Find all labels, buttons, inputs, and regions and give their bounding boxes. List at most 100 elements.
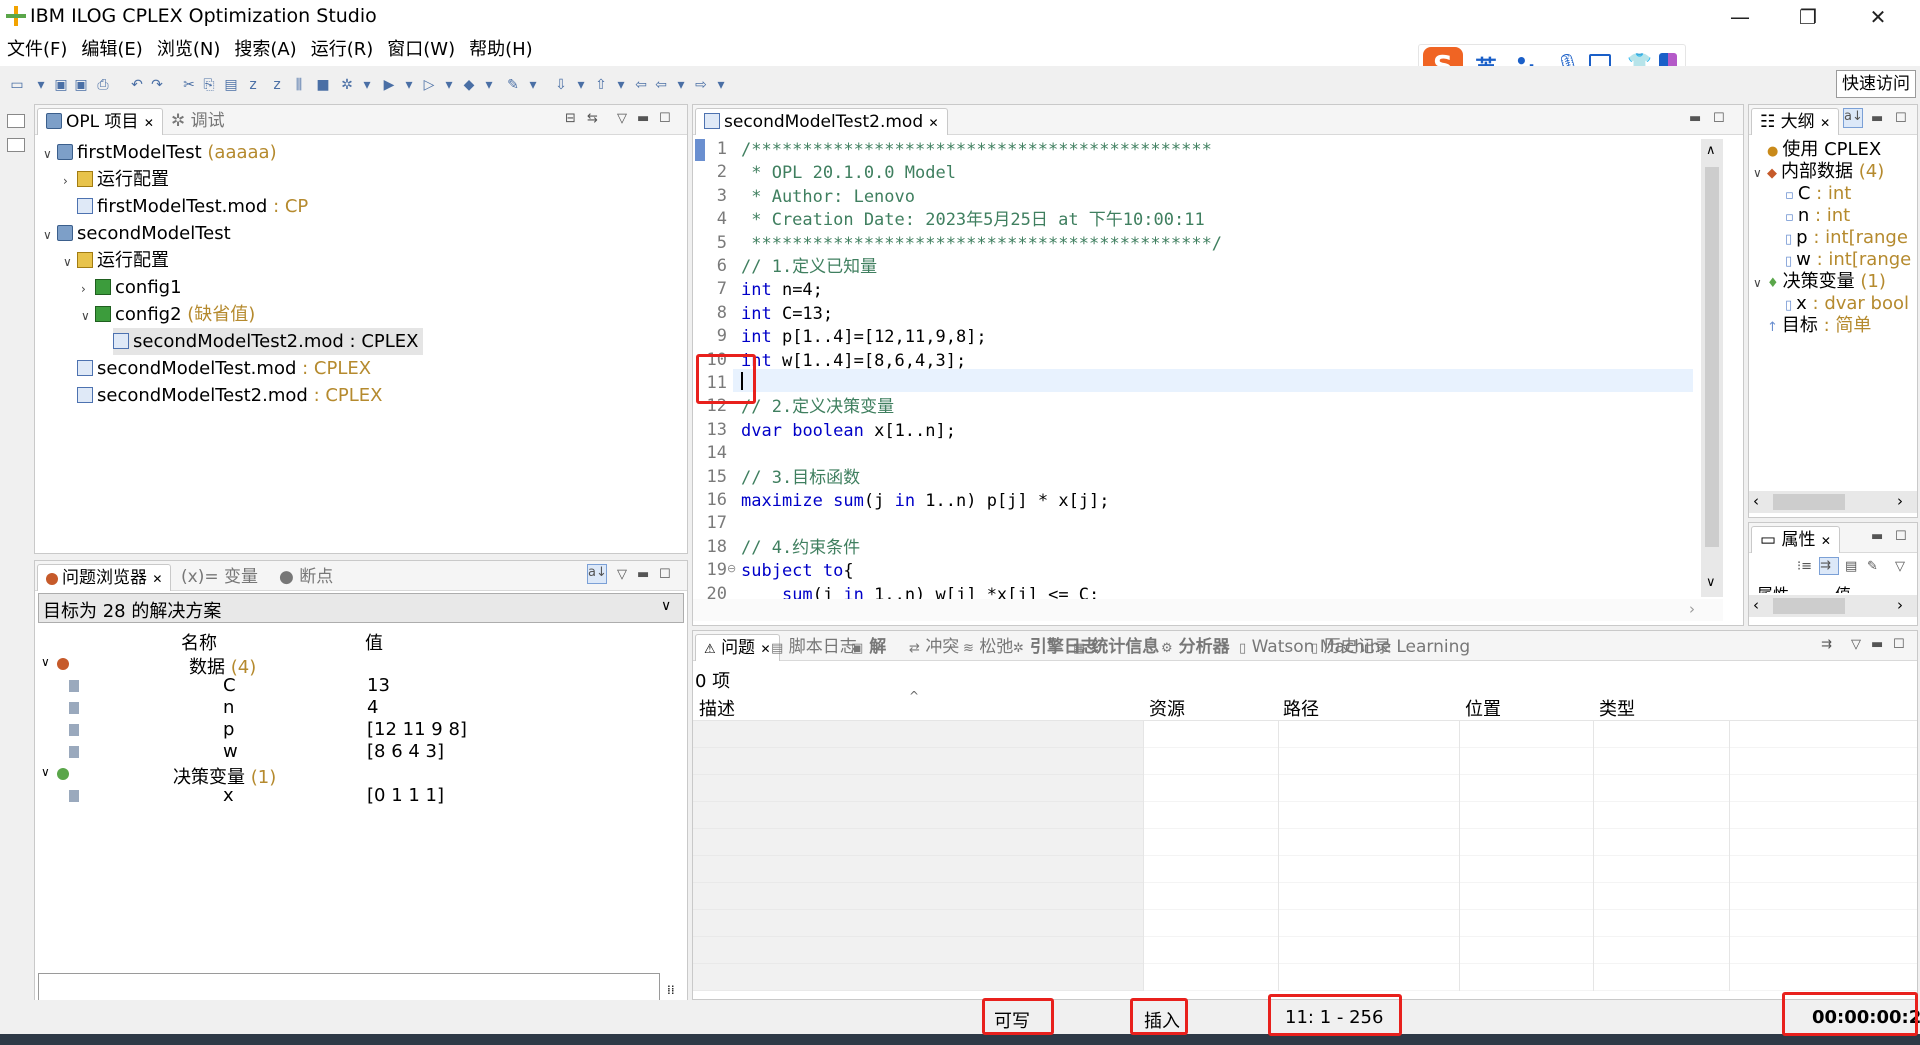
- problems-column-header[interactable]: 类型: [1599, 695, 1635, 721]
- tree-item-config1[interactable]: › config1: [81, 274, 182, 301]
- code-line[interactable]: maximize sum(j in 1..n) p[j] * x[j];: [741, 490, 1110, 513]
- problem-browser-row[interactable]: x [0 1 1 1]: [37, 785, 677, 807]
- print-icon[interactable]: ⎙: [94, 76, 112, 94]
- advanced-icon[interactable]: ⇉: [1819, 557, 1839, 575]
- editor-horizontal-scrollbar[interactable]: ›: [693, 599, 1723, 621]
- tab-output-2[interactable]: ▣ 解: [843, 634, 894, 661]
- focus-icon[interactable]: ⇉: [1821, 637, 1832, 652]
- close-tab-icon[interactable]: ✕: [1820, 116, 1830, 130]
- maximize-view-icon[interactable]: ☐: [1893, 637, 1905, 652]
- scroll-right-icon[interactable]: ›: [1897, 492, 1903, 510]
- dropdown-icon[interactable]: ▾: [32, 76, 50, 94]
- resize-grip-icon[interactable]: ⁞⁞: [667, 983, 675, 997]
- minimize-view-icon[interactable]: ▬: [1871, 637, 1883, 652]
- close-tab-icon[interactable]: ✕: [929, 116, 939, 130]
- back-icon[interactable]: ⇦: [632, 76, 650, 94]
- code-line[interactable]: * Author: Lenovo: [741, 186, 915, 209]
- menu-item[interactable]: 窗口(W): [380, 34, 462, 64]
- dropdown-icon[interactable]: ▾: [400, 76, 418, 94]
- chevron-down-icon[interactable]: ∨: [661, 598, 671, 614]
- code-line[interactable]: * OPL 20.1.0.0 Model: [741, 162, 956, 185]
- undo-icon[interactable]: ↶: [128, 76, 146, 94]
- code-editor[interactable]: 1 /**************************************…: [693, 139, 1693, 605]
- tab-output-9[interactable]: ▯ 历史记录: [1303, 634, 1400, 661]
- code-line[interactable]: /***************************************…: [741, 139, 1212, 162]
- prev-annotation-icon[interactable]: ⇧: [592, 76, 610, 94]
- dropdown-icon[interactable]: ▾: [612, 76, 630, 94]
- minimize-view-icon[interactable]: ▬: [637, 111, 649, 126]
- close-tab-icon[interactable]: ✕: [1821, 534, 1831, 548]
- next-annotation-icon[interactable]: ⇩: [552, 76, 570, 94]
- nav-icon[interactable]: ⇦: [652, 76, 670, 94]
- tab-variables[interactable]: (x)= 变量: [173, 564, 266, 591]
- chevron-down-icon[interactable]: ∨: [81, 303, 95, 330]
- outline-item[interactable]: ∨ ◆ 内部数据 (4): [1753, 161, 1884, 183]
- link-editor-icon[interactable]: ⇆: [587, 111, 598, 126]
- problems-column-header[interactable]: 描述: [699, 695, 735, 721]
- problems-column-header[interactable]: 资源: [1149, 695, 1185, 721]
- problem-browser-row[interactable]: w [8 6 4 3]: [37, 741, 677, 763]
- outline-item[interactable]: ↑ 目标 : 简单: [1767, 315, 1871, 337]
- toggle-icon[interactable]: ⫼: [290, 76, 308, 94]
- paste-icon[interactable]: ▤: [222, 76, 240, 94]
- tab-properties[interactable]: ▭ 属性 ✕: [1751, 526, 1840, 553]
- tool-icon[interactable]: ✎: [504, 76, 522, 94]
- sort-az-icon[interactable]: a↓: [1843, 108, 1863, 128]
- forward-icon[interactable]: ⇨: [692, 76, 710, 94]
- tree-item-config2[interactable]: ∨ config2 (缺省值): [81, 301, 255, 328]
- tree-item-run-configs-1[interactable]: › 运行配置: [63, 166, 169, 193]
- scroll-left-icon[interactable]: ‹: [1753, 492, 1759, 510]
- menu-item[interactable]: 浏览(N): [150, 34, 228, 64]
- problems-column-header[interactable]: 位置: [1465, 695, 1501, 721]
- tab-problem-browser[interactable]: 问题浏览器 ✕: [37, 564, 172, 591]
- code-line[interactable]: int n=4;: [741, 279, 823, 302]
- problems-column-header[interactable]: 路径: [1283, 695, 1319, 721]
- minimized-view-icon[interactable]: [7, 138, 25, 152]
- problem-browser-row[interactable]: p [12 11 9 8]: [37, 719, 677, 741]
- minimize-view-icon[interactable]: ▬: [1871, 111, 1883, 126]
- tab-breakpoints[interactable]: ● 断点: [271, 564, 341, 591]
- tab-debug[interactable]: ✲ 调试: [163, 108, 233, 135]
- restore-view-icon[interactable]: [7, 114, 25, 128]
- scroll-right-icon[interactable]: ›: [1897, 596, 1903, 614]
- tab-output-6[interactable]: ▦ 统计信息: [1065, 634, 1167, 661]
- tab-output-7[interactable]: ⚙ 分析器: [1153, 634, 1238, 661]
- problem-browser-row[interactable]: ∨ 数据 (4): [37, 653, 677, 678]
- chevron-right-icon[interactable]: ›: [63, 168, 77, 195]
- tree-item-firstModelTest-mod[interactable]: firstModelTest.mod : CP: [63, 193, 308, 220]
- debug-icon[interactable]: ✲: [338, 76, 356, 94]
- run-config-icon[interactable]: ▷: [420, 76, 438, 94]
- view-menu-icon[interactable]: ▽: [1851, 637, 1861, 652]
- problem-browser-row[interactable]: C 13: [37, 675, 677, 697]
- view-menu-icon[interactable]: ▽: [617, 567, 627, 582]
- menu-item[interactable]: 文件(F): [0, 34, 74, 64]
- cut-icon[interactable]: ✂: [180, 76, 198, 94]
- outline-item[interactable]: ▯ w : int[range: [1785, 249, 1911, 271]
- sort-asc-icon[interactable]: ^: [909, 689, 919, 703]
- dropdown-icon[interactable]: ▾: [672, 76, 690, 94]
- maximize-view-icon[interactable]: ☐: [1895, 111, 1907, 126]
- code-line[interactable]: ****************************************…: [741, 233, 1222, 256]
- new-icon[interactable]: ▭: [8, 76, 26, 94]
- scroll-right-icon[interactable]: ›: [1689, 600, 1695, 618]
- detail-input[interactable]: [38, 973, 660, 1003]
- menu-item[interactable]: 运行(R): [304, 34, 381, 64]
- problem-browser-row[interactable]: n4: [37, 697, 677, 719]
- chevron-down-icon[interactable]: ∨: [1753, 162, 1767, 184]
- editor-vertical-scrollbar[interactable]: ∧ ∨: [1701, 139, 1723, 597]
- tree-item-secondModelTest-mod[interactable]: secondModelTest.mod : CPLEX: [63, 355, 371, 382]
- tab-secondModelTest2-mod[interactable]: secondModelTest2.mod ✕: [695, 108, 948, 135]
- column-header-name[interactable]: 名称: [181, 629, 217, 655]
- browse-icon[interactable]: ◆: [460, 76, 478, 94]
- outline-item[interactable]: ▫ C : int: [1785, 183, 1851, 205]
- close-icon[interactable]: ✕: [1848, 0, 1908, 34]
- outline-item[interactable]: ∨ ♦ 决策变量 (1): [1753, 271, 1886, 293]
- dropdown-icon[interactable]: ▾: [358, 76, 376, 94]
- tree-item-secondModelTest2-mod[interactable]: secondModelTest2.mod : CPLEX: [63, 382, 383, 409]
- scroll-up-icon[interactable]: ∧: [1706, 143, 1716, 158]
- chevron-down-icon[interactable]: ∨: [41, 765, 50, 779]
- copy-icon[interactable]: ⎘: [200, 76, 218, 94]
- chevron-down-icon[interactable]: ∨: [43, 141, 57, 168]
- sort2-icon[interactable]: z: [268, 76, 286, 94]
- redo-icon[interactable]: ↷: [148, 76, 166, 94]
